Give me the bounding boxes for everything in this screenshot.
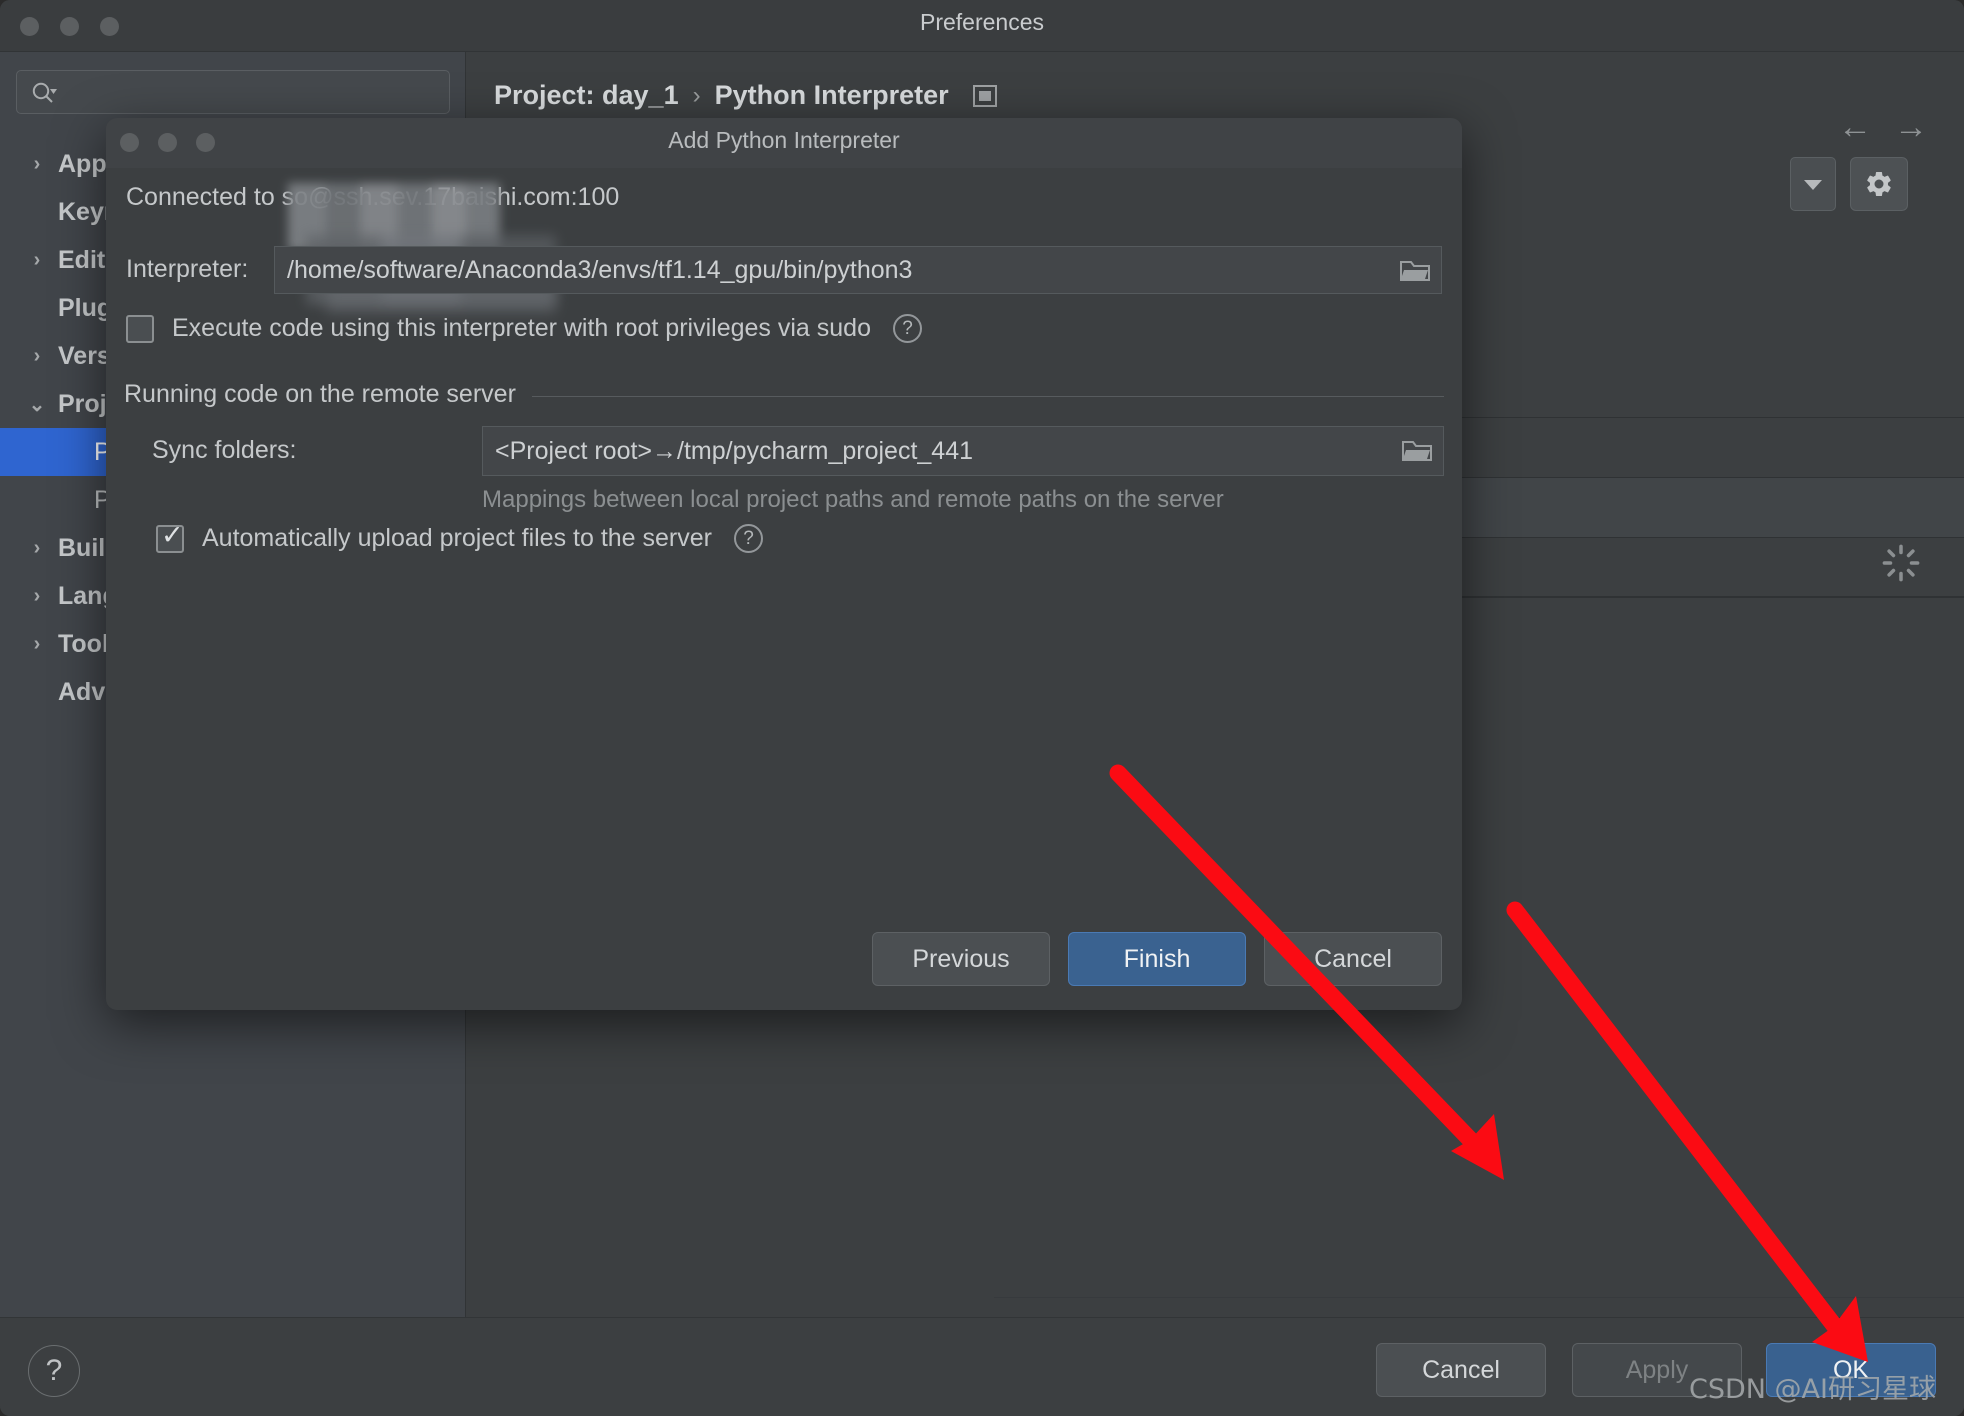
- nav-back-button[interactable]: ←: [1838, 108, 1872, 147]
- folder-browse-icon[interactable]: [1399, 257, 1431, 284]
- auto-upload-checkbox-label: Automatically upload project files to th…: [202, 524, 712, 552]
- dialog-titlebar: Add Python Interpreter: [106, 118, 1462, 168]
- sudo-help-icon[interactable]: ?: [892, 314, 922, 343]
- chevron-right-icon: ›: [33, 344, 41, 367]
- add-python-interpreter-dialog: Add Python Interpreter Connected to so@s…: [106, 118, 1462, 1010]
- sync-folders-row: Sync folders: <Project root>→/tmp/pychar…: [124, 426, 1444, 476]
- dialog-title: Add Python Interpreter: [668, 127, 900, 153]
- preferences-bottom-bar: ? Cancel Apply OK: [0, 1317, 1964, 1416]
- chevron-right-icon: ›: [33, 632, 41, 655]
- interpreter-label: Interpreter:: [126, 255, 249, 283]
- window-title: Preferences: [919, 9, 1044, 35]
- dialog-body: Connected to so@ssh.sev.17baishi.com:100…: [106, 168, 1462, 1010]
- remote-group-title: Running code on the remote server: [124, 380, 532, 409]
- scope-toggle-icon[interactable]: [972, 84, 997, 107]
- connection-status-text: Connected to so@ssh.sev.17baishi.com:100: [126, 183, 619, 313]
- auto-upload-checkbox-row[interactable]: Automatically upload project files to th…: [156, 520, 763, 553]
- previous-button[interactable]: Previous: [872, 932, 1050, 986]
- sudo-checkbox-label: Execute code using this interpreter with…: [172, 314, 871, 342]
- interpreter-path-value: /home/software/Anaconda3/envs/tf1.14_gpu…: [287, 255, 913, 284]
- chevron-right-icon: ›: [33, 584, 41, 607]
- auto-upload-checkbox[interactable]: [156, 520, 184, 553]
- loading-spinner-icon: [1882, 544, 1920, 582]
- chevron-right-icon: ›: [33, 248, 41, 271]
- chevron-right-icon: ›: [33, 152, 41, 175]
- gear-icon: [1867, 171, 1891, 197]
- breadcrumb-page: Python Interpreter: [714, 80, 949, 110]
- sudo-checkbox[interactable]: [126, 314, 154, 343]
- screen-root: Preferences › Appearance & Behavior › Ke…: [0, 0, 1964, 1416]
- interpreter-path-input[interactable]: /home/software/Anaconda3/envs/tf1.14_gpu…: [274, 246, 1442, 294]
- breadcrumb-project[interactable]: Project: day_1: [494, 80, 679, 111]
- search-icon: [32, 82, 57, 103]
- breadcrumb: Project: day_1 › Python Interpreter: [494, 80, 997, 111]
- chevron-right-icon: ›: [33, 536, 41, 559]
- auto-upload-help-icon[interactable]: ?: [733, 524, 763, 553]
- breadcrumb-separator: ›: [692, 81, 701, 109]
- nav-forward-button[interactable]: →: [1894, 108, 1928, 147]
- preferences-titlebar: Preferences: [0, 0, 1964, 52]
- search-input[interactable]: [16, 70, 450, 114]
- cancel-button[interactable]: Cancel: [1376, 1343, 1546, 1397]
- sync-folders-label: Sync folders:: [152, 436, 297, 464]
- interpreter-settings-button[interactable]: [1850, 157, 1908, 211]
- sudo-checkbox-row[interactable]: Execute code using this interpreter with…: [126, 314, 922, 343]
- chevron-down-icon: ⌄: [28, 393, 46, 416]
- interpreter-row: Interpreter: /home/software/Anaconda3/en…: [126, 246, 1442, 294]
- finish-button[interactable]: Finish: [1068, 932, 1246, 986]
- interpreter-dropdown-arrow-icon[interactable]: [1790, 157, 1836, 211]
- sync-folders-hint: Mappings between local project paths and…: [482, 486, 1224, 513]
- help-button[interactable]: ?: [28, 1345, 80, 1397]
- sync-folders-value: <Project root>→/tmp/pycharm_project_441: [495, 436, 974, 465]
- watermark: CSDN @AI研习星球: [1689, 1374, 1936, 1405]
- sync-folders-input[interactable]: <Project root>→/tmp/pycharm_project_441: [482, 426, 1444, 476]
- connection-prefix: Connected to s: [126, 183, 295, 211]
- sync-folder-browse-icon[interactable]: [1401, 437, 1433, 464]
- dialog-button-bar: Previous Finish Cancel: [872, 932, 1442, 986]
- dialog-cancel-button[interactable]: Cancel: [1264, 932, 1442, 986]
